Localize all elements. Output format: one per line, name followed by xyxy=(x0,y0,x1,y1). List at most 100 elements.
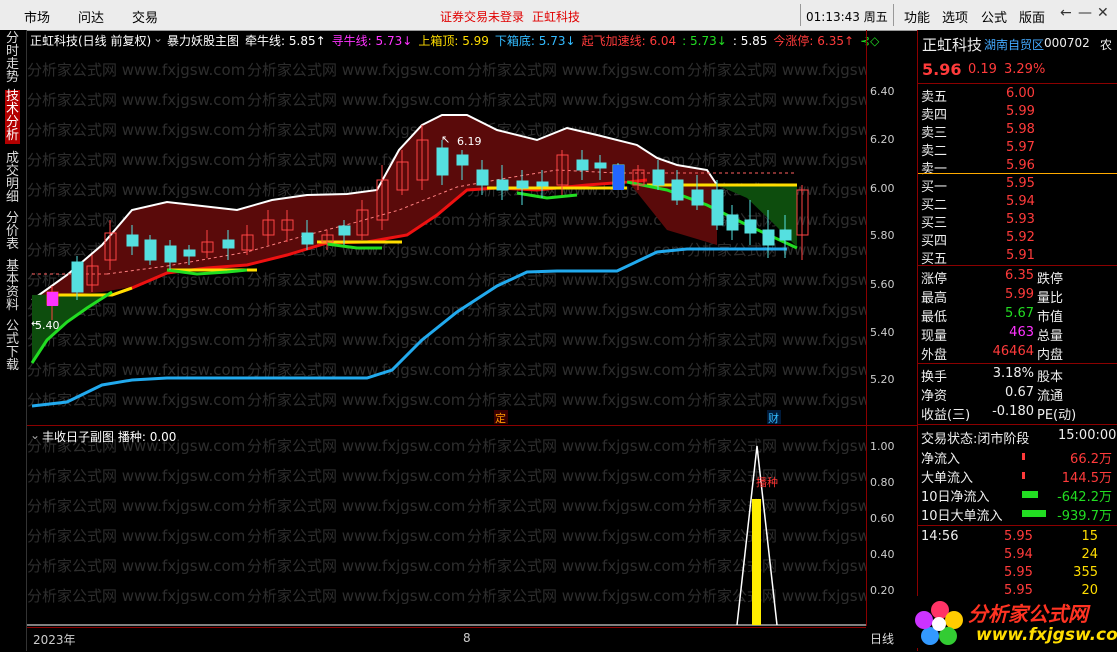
candle-body[interactable] xyxy=(456,154,469,166)
watermark-text: 分析家公式网 www.fxjgsw.com xyxy=(687,557,866,575)
candle-body[interactable] xyxy=(779,229,792,241)
stock-sector[interactable]: 湖南自贸区 xyxy=(984,36,1044,53)
menu-function[interactable]: 功能 xyxy=(904,7,930,26)
signal-candle-blue[interactable] xyxy=(613,165,624,190)
watermark-text: 分析家公式网 www.fxjgsw.com xyxy=(467,391,685,409)
orderbook-price[interactable]: 5.92 xyxy=(1006,230,1035,245)
menu-formula[interactable]: 公式 xyxy=(981,7,1007,26)
candle-body[interactable] xyxy=(496,179,509,191)
orderbook-price[interactable]: 5.94 xyxy=(1006,194,1035,209)
watermark-text: 分析家公式网 www.fxjgsw.com xyxy=(467,61,685,79)
watermark-text: 分析家公式网 www.fxjgsw.com xyxy=(687,361,866,379)
sub-indicator-chart[interactable]: 分析家公式网 www.fxjgsw.com 分析家公式网 www.fxjgsw.c… xyxy=(27,426,866,626)
candle-body[interactable] xyxy=(691,189,704,206)
candle-body[interactable] xyxy=(126,234,139,247)
stat2-label: 净资 xyxy=(921,389,948,404)
menu-wenda[interactable]: 问达 xyxy=(78,7,104,26)
price-tick: 5.40 xyxy=(870,326,895,339)
stat-label: 涨停 xyxy=(921,272,948,287)
tab-trade-detail[interactable]: 成交明细 xyxy=(5,152,20,206)
status-time: 15:00:00 xyxy=(1058,428,1117,443)
candle-body[interactable] xyxy=(476,169,489,186)
stat2-label: 收益(三) xyxy=(921,408,971,423)
orderbook-price[interactable]: 5.91 xyxy=(1006,248,1035,263)
watermark-text: 分析家公式网 www.fxjgsw.com xyxy=(27,91,245,109)
signal-candle-magenta[interactable] xyxy=(47,292,58,306)
candle-body[interactable] xyxy=(164,245,177,263)
menu-market[interactable]: 市场 xyxy=(24,7,50,26)
period-selector[interactable]: 日线 xyxy=(870,630,894,647)
flow-bar xyxy=(1022,491,1038,498)
signal-label: 播种 xyxy=(756,475,778,489)
indicator-item: 下箱底: 5.73↓ xyxy=(494,34,576,48)
candle-body[interactable] xyxy=(652,169,665,186)
candle-body[interactable] xyxy=(726,214,739,231)
candle-body[interactable] xyxy=(744,219,757,234)
orderbook-price[interactable]: 5.96 xyxy=(1006,158,1035,173)
indicator-item: 起飞加速线: 6.04 xyxy=(581,34,677,48)
price-tick: 5.20 xyxy=(870,373,895,386)
candle-body[interactable] xyxy=(536,181,549,187)
watermark-text: 分析家公式网 www.fxjgsw.com xyxy=(27,391,245,409)
candle-body[interactable] xyxy=(71,261,84,293)
candle-body[interactable] xyxy=(144,239,157,261)
tab-price-table[interactable]: 分价表 xyxy=(5,212,20,252)
candle-body[interactable] xyxy=(762,229,775,246)
stock-tag: 农 xyxy=(1100,38,1113,52)
watermark-text: 分析家公式网 www.fxjgsw.com xyxy=(687,497,866,515)
chart-title: 正虹科技(日线 前复权) xyxy=(30,34,152,48)
sub-chevron-icon[interactable]: ⌄ xyxy=(30,428,40,442)
arrow-high: ↖ xyxy=(441,133,450,146)
watermark-text: 分析家公式网 www.fxjgsw.com xyxy=(247,61,465,79)
tab-technical[interactable]: 技术分析 xyxy=(5,90,20,144)
menu-options[interactable]: 选项 xyxy=(942,7,968,26)
candle-body[interactable] xyxy=(183,249,196,257)
stat-label-2: 内盘 xyxy=(1037,348,1064,363)
candle-body[interactable] xyxy=(222,239,235,249)
chevron-down-icon[interactable]: ⌄ xyxy=(153,31,163,45)
orderbook-price[interactable]: 5.95 xyxy=(1006,176,1035,191)
candle-body[interactable] xyxy=(436,147,449,176)
quote-panel: 正虹科技 湖南自贸区 000702 农 5.96 0.19 3.29% 卖五 6.… xyxy=(917,30,1117,651)
flow-value: -642.2万 xyxy=(1057,490,1112,505)
watermark-text: 分析家公式网 www.fxjgsw.com xyxy=(467,91,685,109)
orderbook-price[interactable]: 6.00 xyxy=(1006,86,1035,101)
menu-trade[interactable]: 交易 xyxy=(132,7,158,26)
sub-tick: 0.40 xyxy=(870,548,895,561)
orderbook-price[interactable]: 5.99 xyxy=(1006,104,1035,119)
watermark-text: 分析家公式网 www.fxjgsw.com xyxy=(467,587,685,605)
stock-code: 000702 xyxy=(1044,36,1090,50)
watermark-text: 分析家公式网 www.fxjgsw.com xyxy=(687,271,866,289)
candle-body[interactable] xyxy=(516,180,529,189)
tab-basic-info[interactable]: 基本资料 xyxy=(5,260,20,314)
login-notice[interactable]: 证券交易未登录 xyxy=(440,8,524,25)
tab-formula-download[interactable]: 公式下载 xyxy=(5,320,20,374)
stat-value: 5.99 xyxy=(1005,287,1034,302)
axis-month: 8 xyxy=(463,631,471,645)
formula-name[interactable]: 暴力妖股主图 xyxy=(167,32,239,49)
candle-body[interactable] xyxy=(594,162,607,169)
watermark-text: 分析家公式网 www.fxjgsw.com xyxy=(27,181,245,199)
watermark-text: 分析家公式网 www.fxjgsw.com xyxy=(247,467,465,485)
notice-stock: 正虹科技 xyxy=(532,10,581,24)
site-logo: 分析家公式网 www.fxjgsw.com xyxy=(910,596,1117,648)
stat2-value: 0.67 xyxy=(1005,385,1034,400)
axis-year: 2023年 xyxy=(33,633,76,647)
orderbook-price[interactable]: 5.93 xyxy=(1006,212,1035,227)
minimize-icon[interactable]: — xyxy=(1078,5,1092,21)
main-kline-chart[interactable]: 分析家公式网 www.fxjgsw.com 分析家公式网 www.fxjgsw.c… xyxy=(27,30,866,425)
tab-intraday[interactable]: 分时走势 xyxy=(5,32,20,84)
back-icon[interactable]: ← xyxy=(1060,5,1072,21)
orderbook-price[interactable]: 5.97 xyxy=(1006,140,1035,155)
candle-body[interactable] xyxy=(671,179,684,201)
candle-body[interactable] xyxy=(711,189,724,226)
candle-body[interactable] xyxy=(576,159,589,171)
candle-body[interactable] xyxy=(301,232,314,245)
tick-volume: 15 xyxy=(1081,529,1098,544)
watermark-text: 分析家公式网 www.fxjgsw.com xyxy=(27,121,245,139)
candle-body[interactable] xyxy=(338,225,351,236)
close-icon[interactable]: ✕ xyxy=(1097,5,1109,21)
orderbook-price[interactable]: 5.98 xyxy=(1006,122,1035,137)
menu-layout[interactable]: 版面 xyxy=(1019,7,1045,26)
watermark-text: 分析家公式网 www.fxjgsw.com xyxy=(27,151,245,169)
